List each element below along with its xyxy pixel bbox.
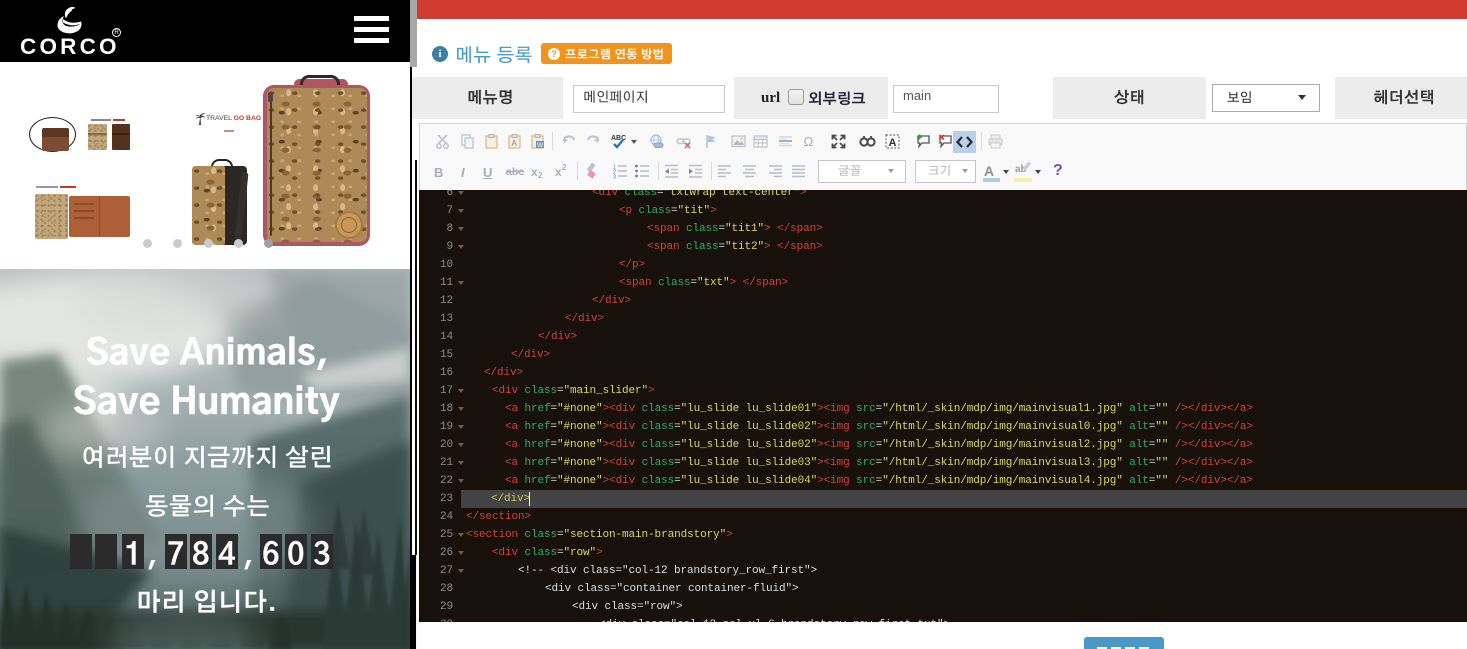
svg-text:A: A (889, 137, 897, 149)
svg-text:W: W (537, 142, 544, 149)
svg-text:ABC: ABC (611, 135, 626, 142)
svg-text:Ω: Ω (804, 134, 814, 149)
svg-text:A: A (512, 139, 518, 148)
svg-text:3: 3 (613, 175, 616, 181)
